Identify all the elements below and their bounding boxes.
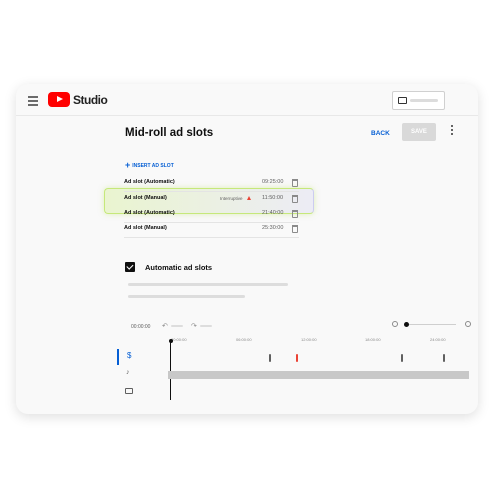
time-tick: 24:00:00 [430,337,446,342]
ad-slot-time: 21:40:00 [262,210,284,216]
app-name: Studio [73,92,108,107]
music-note-icon[interactable]: ♪ [126,369,130,376]
ad-slot-label: Ad slot (Manual) [124,225,167,231]
ad-slot-marker[interactable] [269,354,271,362]
ad-slot-label: Ad slot (Automatic) [124,210,175,216]
save-button[interactable]: SAVE [402,123,436,141]
back-button[interactable]: BACK [371,130,390,137]
insert-ad-slot-button[interactable]: + INSERT AD SLOT [125,161,174,170]
row-divider [124,237,299,238]
redo-icon[interactable]: ↷ [191,322,197,330]
ad-slot-row[interactable]: Ad slot (Manual) Interruptive 11:50:00 [16,194,478,206]
undo-icon[interactable]: ↶ [162,322,168,330]
delete-icon[interactable] [291,225,298,233]
delete-icon[interactable] [291,179,298,187]
ad-slot-row[interactable]: Ad slot (Manual) 25:30:00 [16,224,478,236]
delete-icon[interactable] [291,195,298,203]
time-tick: 18:00:00 [365,337,381,342]
page-title: Mid-roll ad slots [125,127,214,139]
add-icon: + [125,160,131,170]
dollar-icon[interactable]: $ [127,351,131,360]
ad-slot-marker[interactable] [401,354,403,362]
create-button[interactable] [392,91,445,110]
automatic-ad-slots-label: Automatic ad slots [145,263,213,272]
audio-track-bar[interactable] [168,371,469,379]
zoom-slider-thumb[interactable] [404,322,409,327]
automatic-ad-slots-checkbox[interactable] [125,262,135,272]
playhead-handle[interactable] [168,339,173,343]
time-tick: 00:00:00 [171,337,187,342]
zoom-out-icon[interactable] [392,321,398,327]
ad-slot-marker-selected[interactable] [296,354,298,362]
row-divider [124,222,299,223]
youtube-play-icon [48,92,70,107]
logo[interactable]: Studio [48,92,108,107]
active-track-indicator [117,349,119,365]
ad-slot-time: 11:50:00 [262,195,284,201]
redo-label [200,325,212,327]
time-tick: 12:00:00 [301,337,317,342]
more-vert-icon[interactable] [451,125,453,135]
header-divider [16,115,478,116]
ad-slot-time: 09:25:00 [262,179,284,185]
check-icon [126,262,134,270]
ad-slot-row[interactable]: Ad slot (Automatic) 09:25:00 [16,178,478,190]
zoom-in-icon[interactable] [465,321,471,327]
time-tick: 06:00:00 [236,337,252,342]
zoom-slider[interactable] [406,324,456,325]
placeholder-text-line [128,283,288,286]
ad-slot-label: Ad slot (Automatic) [124,179,175,185]
ad-slot-label: Ad slot (Manual) [124,195,167,201]
placeholder-text-line [128,295,245,298]
ad-slot-row[interactable]: Ad slot (Automatic) 21:40:00 [16,209,478,221]
row-divider [124,191,299,192]
playhead[interactable] [170,340,171,400]
warning-icon [247,195,251,200]
undo-label [171,325,183,327]
video-icon[interactable] [125,388,133,394]
menu-icon[interactable] [28,96,38,108]
insert-ad-slot-label: INSERT AD SLOT [132,162,174,169]
save-button-label: SAVE [411,129,427,135]
create-button-label [410,99,438,102]
delete-icon[interactable] [291,210,298,218]
ad-slot-tag: Interruptive [220,195,243,201]
video-camera-icon [398,97,407,104]
current-time: 00:00:00 [131,324,151,330]
studio-window: Studio Mid-roll ad slots BACK SAVE + INS… [16,84,478,414]
ad-slot-time: 25:30:00 [262,225,284,231]
ad-slot-marker[interactable] [443,354,445,362]
